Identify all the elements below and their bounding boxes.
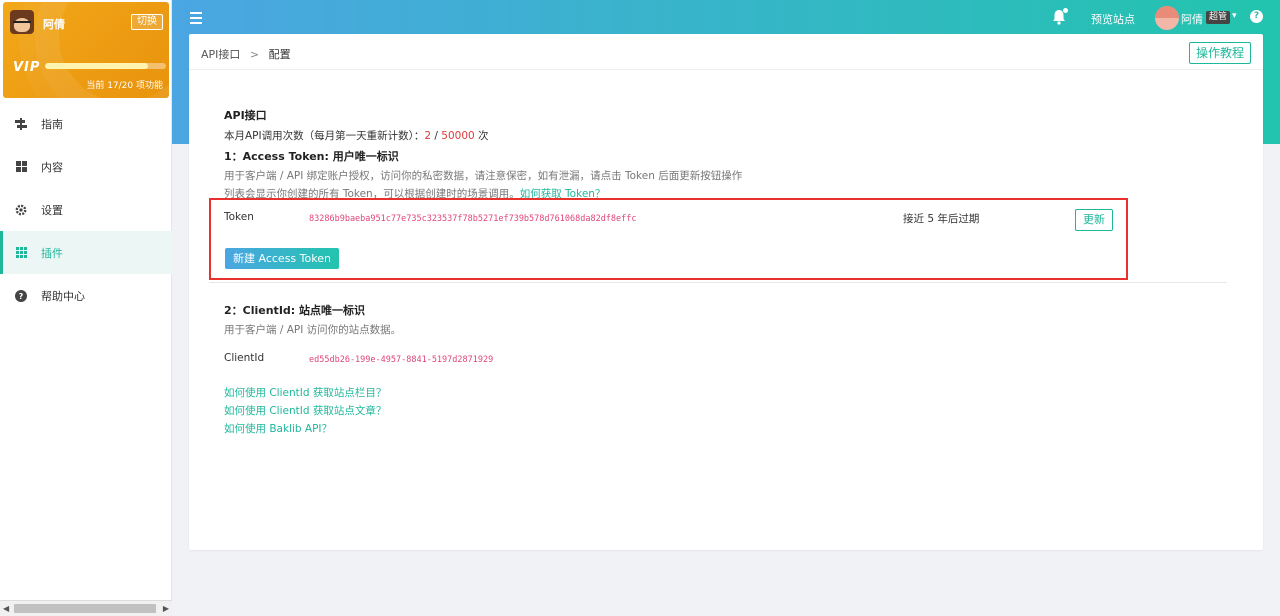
vip-progress-fill <box>45 63 148 69</box>
client-section: 2：ClientId: 站点唯一标识 用于客户端 / API 访问你的站点数据。 <box>224 302 401 337</box>
status-badge: 超管 <box>1206 11 1231 24</box>
notification-dot <box>1063 8 1068 13</box>
grid-icon <box>14 160 28 174</box>
client-link-columns[interactable]: 如何使用 ClientId 获取站点栏目？ <box>224 385 386 400</box>
main-card: API接口 > 配置 操作教程 API接口 本月API调用次数（每月第一天重新计… <box>189 34 1263 550</box>
token-expiry: 接近 5 年后过期 <box>903 213 980 225</box>
breadcrumb-current: 配置 <box>268 48 291 61</box>
sidebar-item-label: 帮助中心 <box>41 289 85 303</box>
api-usage-prefix: 本月API调用次数（每月第一天重新计数）： <box>224 130 425 142</box>
breadcrumb: API接口 > 配置 <box>201 46 291 62</box>
avatar-glasses <box>13 21 31 26</box>
preview-site-link[interactable]: 预览站点 <box>1091 11 1135 27</box>
sidebar-nav: 指南 内容 设置 插件 ? 帮助中心 <box>0 102 172 317</box>
sidebar: 阿倩 切换 VIP 当前 17/20 项功能 指南 内容 设置 插件 ? 帮助中… <box>0 0 172 616</box>
vip-progress-bar <box>45 63 166 69</box>
client-link-api[interactable]: 如何使用 Baklib API？ <box>224 421 386 436</box>
chevron-down-icon[interactable]: ▾ <box>1232 11 1237 21</box>
switch-account-button[interactable]: 切换 <box>131 14 163 30</box>
gear-icon <box>14 203 28 217</box>
sidebar-item-label: 设置 <box>41 203 63 217</box>
breadcrumb-separator: > <box>249 48 260 61</box>
avatar[interactable] <box>10 10 34 34</box>
vip-progress-text: 当前 17/20 项功能 <box>86 81 163 91</box>
menu-toggle-icon[interactable] <box>190 12 202 24</box>
token-value[interactable]: 83286b9baeba951c77e735c323537f78b5271ef7… <box>309 214 637 224</box>
client-id-value[interactable]: ed55db26-199e-4957-8841-5197d2871929 <box>309 355 493 365</box>
client-id-label: ClientId <box>224 352 265 364</box>
signpost-icon <box>14 117 28 131</box>
api-section: API接口 本月API调用次数（每月第一天重新计数）：2 / 50000 次 1… <box>224 107 742 201</box>
avatar-hair <box>1155 6 1179 18</box>
vip-logo: VIP <box>13 60 41 75</box>
sidebar-item-label: 内容 <box>41 160 63 174</box>
svg-text:?: ? <box>19 292 24 301</box>
help-icon[interactable]: ? <box>1250 10 1263 23</box>
sidebar-item-label: 指南 <box>41 117 63 131</box>
api-usage-limit: 50000 <box>441 130 475 142</box>
vip-user-name: 阿倩 <box>43 18 65 31</box>
section-title: API接口 <box>224 109 267 122</box>
api-usage: 本月API调用次数（每月第一天重新计数）：2 / 50000 次 <box>224 128 742 143</box>
new-access-token-button[interactable]: 新建 Access Token <box>225 248 339 269</box>
breadcrumb-parent[interactable]: API接口 <box>201 48 240 61</box>
apps-icon <box>14 246 28 260</box>
header-user-name[interactable]: 阿倩 <box>1181 11 1203 27</box>
scroll-left-icon[interactable]: ◀ <box>3 604 9 613</box>
sidebar-item-help[interactable]: ? 帮助中心 <box>0 274 172 317</box>
top-bar: 预览站点 阿倩 超管 ▾ ? <box>172 0 1280 36</box>
divider <box>209 282 1227 283</box>
client-links: 如何使用 ClientId 获取站点栏目？ 如何使用 ClientId 获取站点… <box>224 385 386 436</box>
access-token-desc: 用于客户端 / API 绑定账户授权，访问你的私密数据，请注意保密，如有泄漏，请… <box>224 170 743 182</box>
horizontal-scrollbar[interactable]: ◀ ▶ <box>0 600 172 616</box>
help-circle-icon: ? <box>14 289 28 303</box>
vip-card: 阿倩 切换 VIP 当前 17/20 项功能 <box>3 2 169 98</box>
token-label: Token <box>224 211 254 223</box>
api-usage-slash: / <box>431 130 442 142</box>
client-desc: 用于客户端 / API 访问你的站点数据。 <box>224 324 402 336</box>
avatar[interactable] <box>1155 6 1179 30</box>
bell-icon[interactable] <box>1052 8 1068 25</box>
refresh-token-button[interactable]: 更新 <box>1075 209 1113 231</box>
client-title: 2：ClientId: 站点唯一标识 <box>224 304 366 317</box>
client-link-articles[interactable]: 如何使用 ClientId 获取站点文章？ <box>224 403 386 418</box>
access-token-title: 1：Access Token: 用户唯一标识 <box>224 150 399 163</box>
api-usage-suffix: 次 <box>474 130 489 142</box>
sidebar-item-label: 插件 <box>41 246 63 260</box>
token-panel: Token 83286b9baeba951c77e735c323537f78b5… <box>209 198 1128 280</box>
tutorial-button[interactable]: 操作教程 <box>1188 42 1251 64</box>
sidebar-item-plugins[interactable]: 插件 <box>0 231 172 274</box>
sidebar-item-guide[interactable]: 指南 <box>0 102 172 145</box>
scrollbar-thumb[interactable] <box>14 604 156 613</box>
sidebar-item-content[interactable]: 内容 <box>0 145 172 188</box>
scroll-right-icon[interactable]: ▶ <box>163 604 169 613</box>
card-header: API接口 > 配置 操作教程 <box>189 34 1263 70</box>
sidebar-item-settings[interactable]: 设置 <box>0 188 172 231</box>
